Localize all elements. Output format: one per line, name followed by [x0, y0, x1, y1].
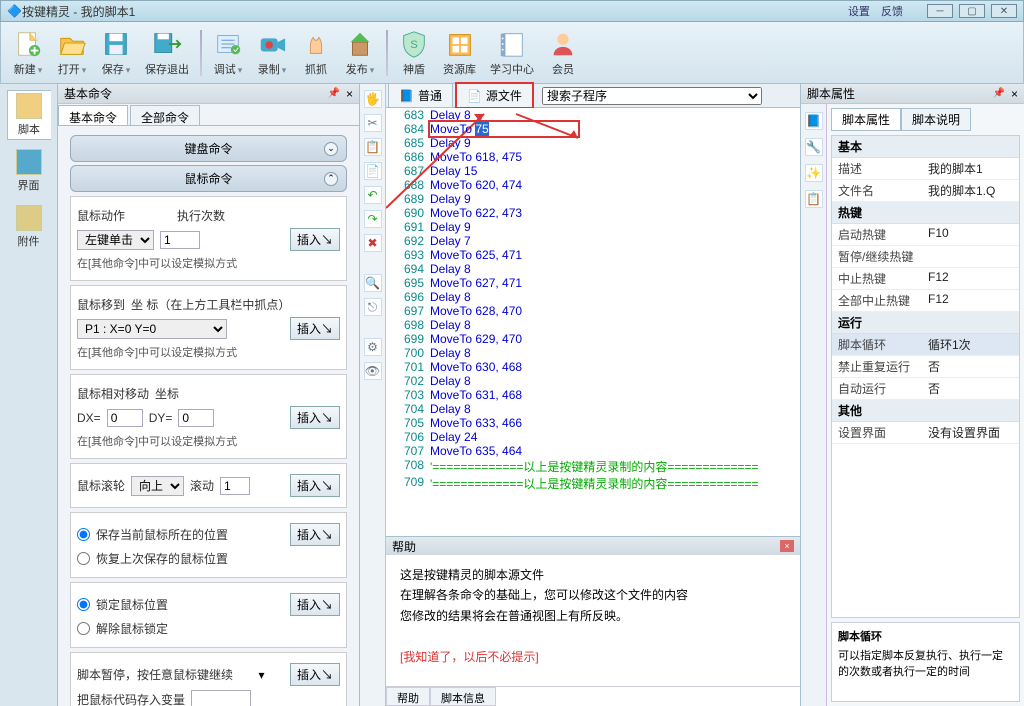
shield-button[interactable]: S神盾 — [393, 27, 435, 79]
subtab-all[interactable]: 全部命令 — [130, 105, 200, 125]
doc-icon: 📄 — [467, 89, 482, 103]
rside-2[interactable]: 🔧 — [805, 138, 823, 156]
insert-button-4[interactable]: 插入↘ — [290, 474, 340, 497]
rside-4[interactable]: 📋 — [805, 190, 823, 208]
help-line1: 这是按键精灵的脚本源文件 — [400, 565, 786, 585]
feedback-link[interactable]: 反馈 — [881, 6, 903, 18]
insert-button-5[interactable]: 插入↘ — [290, 523, 340, 546]
minimize-button[interactable]: ─ — [927, 4, 953, 18]
var-input[interactable] — [191, 690, 251, 706]
tab-attach[interactable]: 附件 — [7, 202, 51, 252]
debug-button[interactable]: 调试 — [207, 27, 249, 79]
tab-source-view[interactable]: 📄源文件 — [455, 82, 534, 109]
vtool-1[interactable]: 🖐 — [364, 90, 382, 108]
savepos-radio[interactable] — [77, 528, 90, 541]
expand-icon[interactable]: ⌄ — [324, 142, 338, 156]
open-button[interactable]: 打开 — [51, 27, 93, 79]
exec-count-input[interactable] — [160, 231, 200, 249]
insert-button-3[interactable]: 插入↘ — [290, 406, 340, 429]
dx-input[interactable] — [107, 409, 143, 427]
app-icon: 🔷 — [7, 4, 22, 18]
reslib-button[interactable]: 资源库 — [437, 27, 482, 79]
record-button[interactable]: 录制 — [251, 27, 293, 79]
learn-button[interactable]: 学习中心 — [484, 27, 540, 79]
group-keyboard[interactable]: 键盘命令⌄ — [70, 135, 347, 162]
search-sub-select[interactable]: 搜索子程序 — [542, 87, 762, 105]
insert-button-1[interactable]: 插入↘ — [290, 228, 340, 251]
panel-close-icon[interactable]: × — [1011, 87, 1018, 101]
restorepos-radio[interactable] — [77, 552, 90, 565]
property-grid[interactable]: 基本 描述我的脚本1 文件名我的脚本1.Q 热键 启动热键F10 暂停/继续热键… — [831, 135, 1020, 618]
cmdpanel-title: 基本命令 — [64, 85, 112, 102]
grab-button[interactable]: 抓抓 — [295, 27, 337, 79]
tab-normal-view[interactable]: 📘普通 — [388, 83, 453, 108]
subtab-basic[interactable]: 基本命令 — [58, 105, 128, 125]
insert-button-7[interactable]: 插入↘ — [290, 663, 340, 686]
mouse-action-select[interactable]: 左键单击 — [77, 230, 154, 250]
collapse-icon[interactable]: ⌃ — [324, 172, 338, 186]
doc-icon: 📘 — [399, 89, 414, 103]
coord-select[interactable]: P1 : X=0 Y=0 — [77, 319, 227, 339]
unlock-radio[interactable] — [77, 622, 90, 635]
vtool-paste[interactable]: 📄 — [364, 162, 382, 180]
settings-link[interactable]: 设置 — [848, 6, 870, 18]
helptab-info[interactable]: 脚本信息 — [430, 687, 496, 706]
panel-close-icon[interactable]: × — [346, 87, 353, 101]
props-title: 脚本属性 — [807, 85, 855, 102]
new-button[interactable]: 新建 — [7, 27, 49, 79]
pin-icon[interactable]: 📌 — [328, 88, 340, 99]
group-mouse[interactable]: 鼠标命令⌃ — [70, 165, 347, 192]
help-dismiss-link[interactable]: [我知道了，以后不必提示] — [400, 650, 539, 664]
help-line2: 在理解各条命令的基础上，您可以修改这个文件的内容 — [400, 585, 786, 605]
wheel-dir-select[interactable]: 向上 — [131, 476, 184, 496]
helptab-help[interactable]: 帮助 — [386, 687, 430, 706]
rside-1[interactable]: 📘 — [805, 112, 823, 130]
vtool-eye[interactable]: 👁 — [364, 362, 382, 380]
tab-script[interactable]: 脚本 — [7, 90, 51, 140]
save-exit-button[interactable]: 保存退出 — [139, 27, 195, 79]
publish-button[interactable]: 发布 — [339, 27, 381, 79]
vtool-goto[interactable]: ⎋ — [364, 298, 382, 316]
lockpos-radio[interactable] — [77, 598, 90, 611]
help-close-icon[interactable]: × — [780, 540, 794, 552]
tab-ui[interactable]: 界面 — [7, 146, 51, 196]
vtool-opts[interactable]: ⚙ — [364, 338, 382, 356]
vtool-copy[interactable]: 📋 — [364, 138, 382, 156]
maximize-button[interactable]: ▢ — [959, 4, 985, 18]
prop-help: 脚本循环 可以指定脚本反复执行、执行一定的次数或者执行一定的时间 — [831, 622, 1020, 702]
rside-3[interactable]: ✨ — [805, 164, 823, 182]
close-button[interactable]: ✕ — [991, 4, 1017, 18]
wheel-n-input[interactable] — [220, 477, 250, 495]
proptab-desc[interactable]: 脚本说明 — [901, 108, 971, 131]
svg-text:S: S — [410, 38, 418, 50]
pin-icon[interactable]: 📌 — [993, 88, 1005, 99]
vtool-redo[interactable]: ↷ — [364, 210, 382, 228]
member-button[interactable]: 会员 — [542, 27, 584, 79]
window-title: 按键精灵 - 我的脚本1 — [22, 3, 844, 20]
help-line3: 您修改的结果将会在普通视图上有所反映。 — [400, 606, 786, 626]
dy-input[interactable] — [178, 409, 214, 427]
proptab-props[interactable]: 脚本属性 — [831, 108, 901, 131]
help-title: 帮助 — [392, 538, 416, 555]
vtool-undo[interactable]: ↶ — [364, 186, 382, 204]
code-editor[interactable]: 683Delay 8684MoveTo 75685Delay 9686MoveT… — [386, 108, 800, 536]
save-button[interactable]: 保存 — [95, 27, 137, 79]
insert-button-6[interactable]: 插入↘ — [290, 593, 340, 616]
vtool-cut[interactable]: ✂ — [364, 114, 382, 132]
vtool-del[interactable]: ✖ — [364, 234, 382, 252]
vtool-find[interactable]: 🔍 — [364, 274, 382, 292]
insert-button-2[interactable]: 插入↘ — [290, 317, 340, 340]
